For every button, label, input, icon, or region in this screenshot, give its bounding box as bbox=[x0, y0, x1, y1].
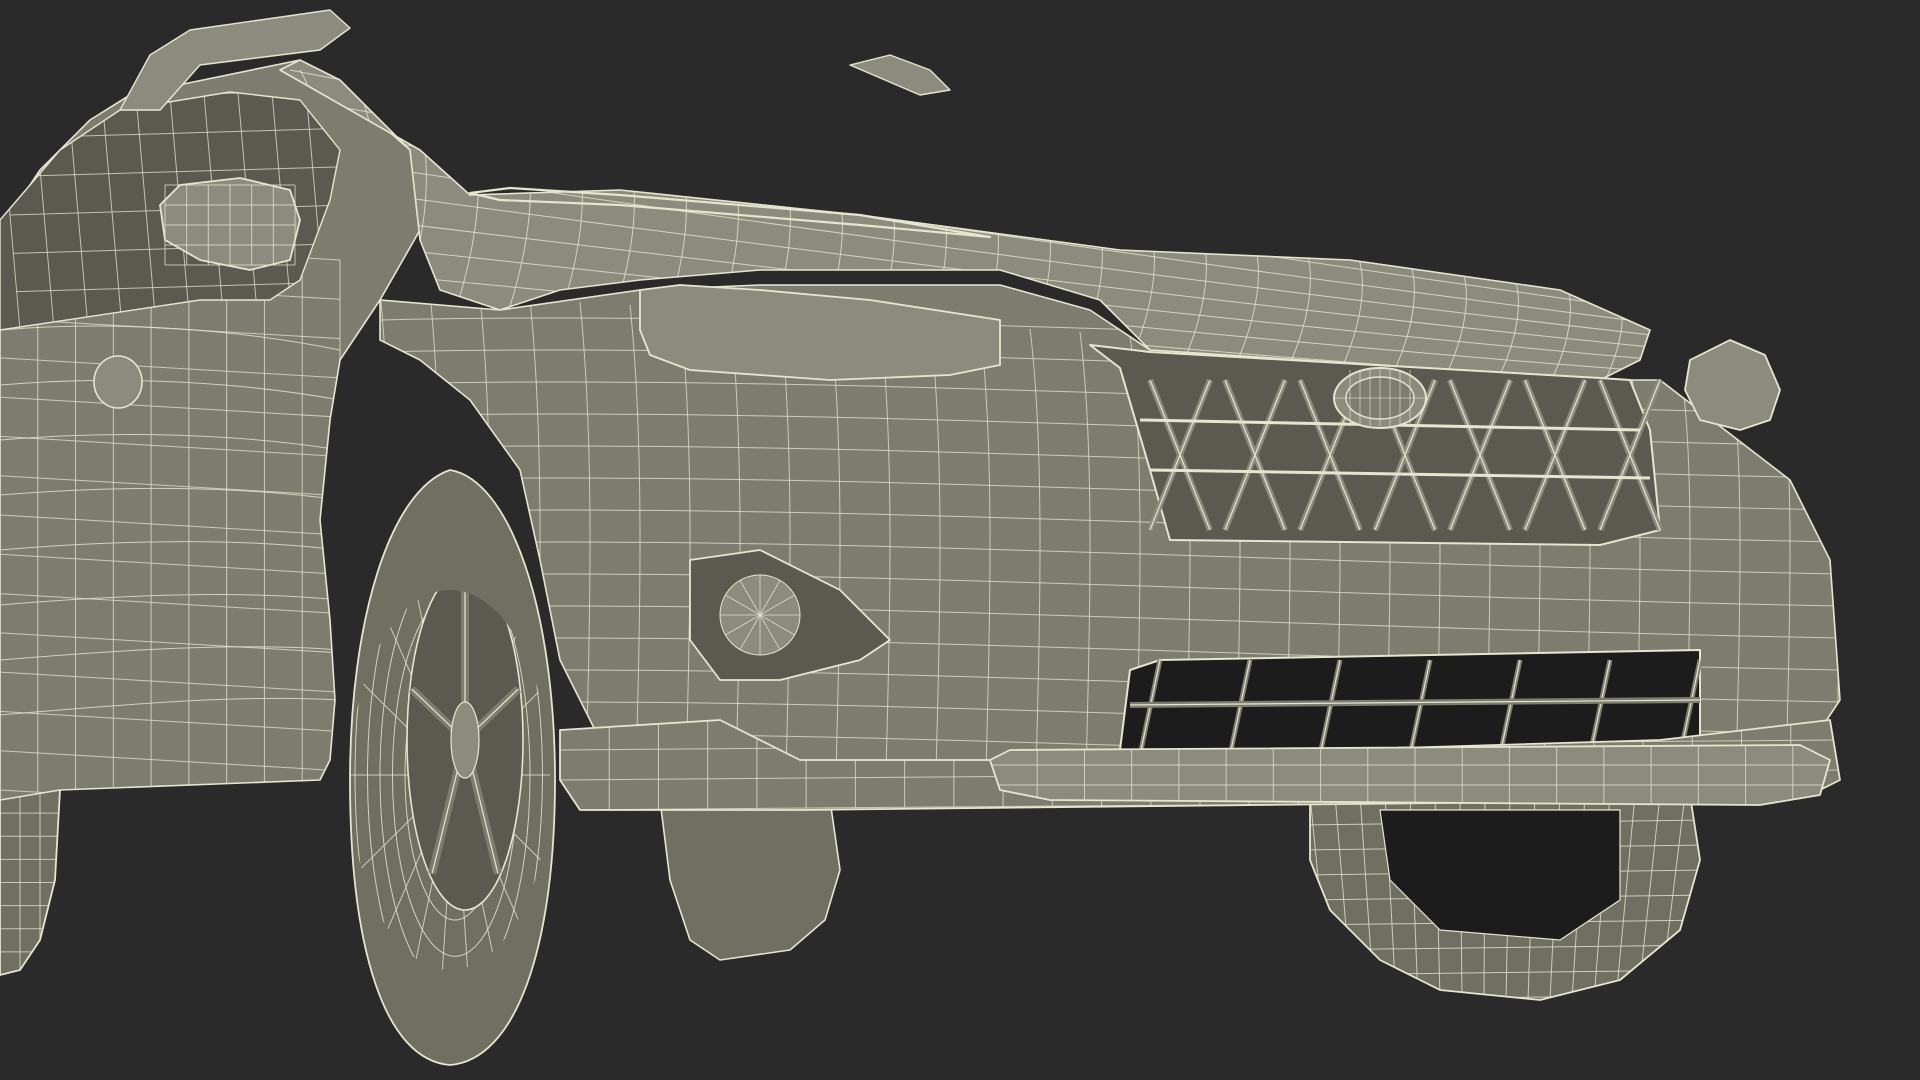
render-viewport bbox=[0, 0, 1920, 1080]
front-lip bbox=[989, 744, 1831, 806]
wireframe-render bbox=[0, 0, 1920, 1080]
door-handle bbox=[93, 355, 143, 409]
logo-emblem bbox=[1333, 367, 1427, 429]
